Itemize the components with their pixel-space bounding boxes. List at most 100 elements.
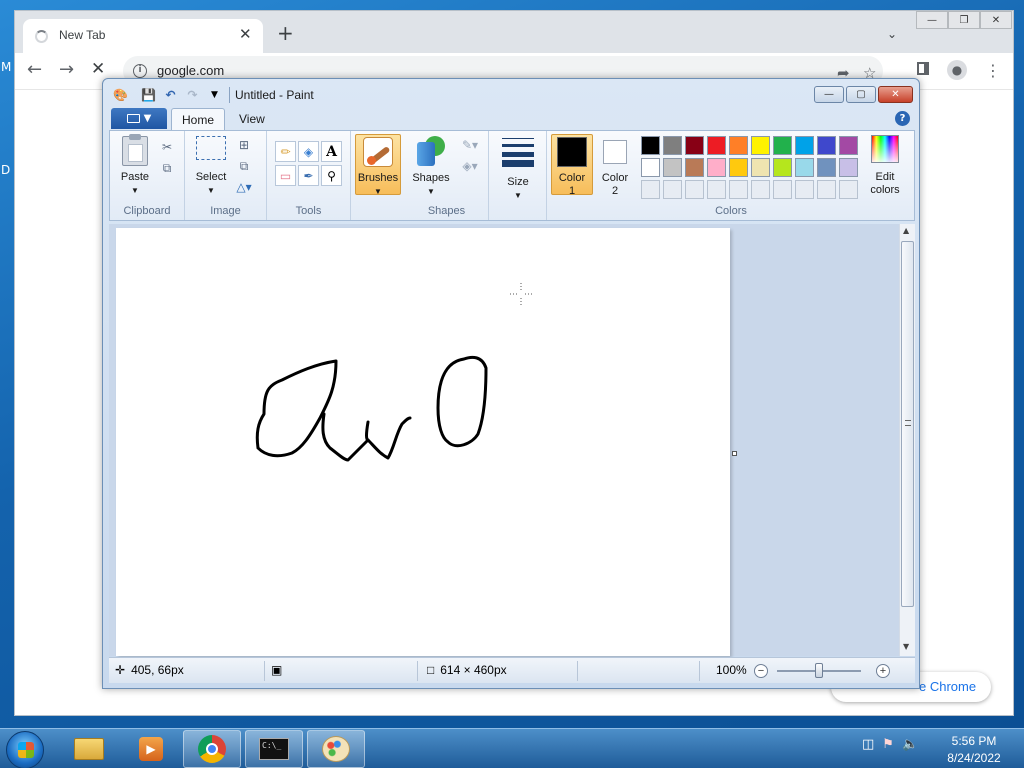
palette-custom-slot[interactable] [839,180,858,199]
palette-custom-slot[interactable] [773,180,792,199]
tab-search-chevron-icon[interactable]: ⌄ [887,27,897,41]
start-button[interactable] [6,731,44,768]
palette-custom-slot[interactable] [685,180,704,199]
palette-custom-slot[interactable] [729,180,748,199]
tab-close-icon[interactable]: ✕ [239,25,252,43]
brushes-button[interactable]: Brushes ▼ [355,134,401,196]
palette-swatch[interactable] [663,158,682,177]
zoom-slider-thumb[interactable] [815,663,823,678]
palette-swatch[interactable] [729,136,748,155]
kebab-menu-icon[interactable]: ⋮ [985,61,1001,80]
palette-swatch[interactable] [817,136,836,155]
text-tool-icon[interactable]: A [321,141,342,162]
edit-colors-label-2: colors [870,184,900,196]
eraser-icon[interactable]: ▭ [275,165,296,186]
color2-button[interactable]: Color 2 [595,135,635,198]
undo-icon[interactable]: ↶ [163,87,178,102]
crop-icon[interactable]: ⊞ [235,136,253,154]
shapes-button[interactable]: Shapes ▼ [409,136,453,198]
palette-swatch[interactable] [641,158,660,177]
status-divider [577,661,578,681]
palette-swatch[interactable] [685,136,704,155]
palette-custom-slot[interactable] [795,180,814,199]
scroll-down-arrow-icon[interactable]: ▼ [903,642,909,651]
volume-icon[interactable]: 🔈 [902,737,918,752]
edit-colors-button[interactable]: Edit colors [863,135,907,197]
side-panel-icon[interactable] [917,62,929,75]
chrome-restore-button[interactable]: ❐ [948,11,980,29]
palette-custom-slot[interactable] [751,180,770,199]
chrome-minimize-button[interactable]: — [916,11,948,29]
magnifier-icon[interactable]: ⚲ [321,165,342,186]
paint-close-button[interactable]: ✕ [878,86,913,103]
forward-icon[interactable]: → [59,59,74,80]
paint-app-icon[interactable]: 🎨 [113,87,128,102]
resize-icon[interactable]: ⧉ [235,157,253,175]
size-button[interactable]: Size ▼ [497,136,539,202]
fill-bucket-icon[interactable]: ◈ [298,141,319,162]
palette-swatch[interactable] [707,158,726,177]
palette-swatch[interactable] [729,158,748,177]
palette-swatch[interactable] [751,136,770,155]
cut-icon[interactable]: ✂ [158,138,176,156]
paint-window: 🎨 💾 ↶ ↷ ▼ Untitled - Paint — ▢ ✕ ▼ Home … [102,78,920,689]
taskbar: ▶ C:\_ ◫ ⚑ 🔈 5:56 PM 8/24/2022 [0,728,1024,768]
color-picker-icon[interactable]: ✒ [298,165,319,186]
rotate-icon[interactable]: △▾ [235,178,253,196]
palette-swatch[interactable] [707,136,726,155]
taskbar-media-player[interactable]: ▶ [122,730,180,768]
pencil-icon[interactable]: ✏ [275,141,296,162]
paint-file-menu-button[interactable]: ▼ [111,108,167,129]
vertical-scrollbar[interactable]: ▲ ▼ [899,224,915,656]
color1-button[interactable]: Color 1 [551,134,593,197]
palette-swatch[interactable] [773,158,792,177]
palette-swatch[interactable] [663,136,682,155]
save-icon[interactable]: 💾 [141,87,156,102]
palette-custom-slot[interactable] [707,180,726,199]
palette-swatch[interactable] [751,158,770,177]
vertical-scroll-thumb[interactable] [901,241,914,607]
taskbar-explorer[interactable] [60,730,118,768]
redo-icon[interactable]: ↷ [185,87,200,102]
tab-view[interactable]: View [229,108,275,130]
action-center-icon[interactable]: ⚑ [882,737,894,752]
chrome-close-button[interactable]: ✕ [980,11,1012,29]
palette-swatch[interactable] [773,136,792,155]
paint-maximize-button[interactable]: ▢ [846,86,876,103]
palette-swatch[interactable] [795,136,814,155]
canvas-resize-handle-right[interactable] [732,451,737,456]
palette-swatch[interactable] [685,158,704,177]
stop-loading-icon[interactable]: ✕ [91,59,105,79]
site-info-icon[interactable]: i [133,64,147,78]
chrome-tab[interactable]: New Tab ✕ [23,19,263,53]
back-icon[interactable]: ← [27,59,42,80]
palette-swatch[interactable] [839,158,858,177]
copy-icon[interactable]: ⧉ [158,159,176,177]
palette-swatch[interactable] [641,136,660,155]
palette-swatch[interactable] [795,158,814,177]
paste-button[interactable]: Paste ▼ [116,134,154,197]
select-button[interactable]: Select ▼ [191,136,231,197]
outline-icon[interactable]: ✎▾ [457,136,483,154]
fill-icon[interactable]: ◈▾ [457,157,483,175]
taskbar-paint[interactable] [307,730,365,768]
palette-swatch[interactable] [817,158,836,177]
zoom-out-button[interactable]: − [754,664,768,678]
palette-custom-slot[interactable] [663,180,682,199]
help-icon[interactable]: ? [895,111,910,126]
scroll-up-arrow-icon[interactable]: ▲ [903,226,909,235]
palette-swatch[interactable] [839,136,858,155]
paint-minimize-button[interactable]: — [814,86,844,103]
network-icon[interactable]: ◫ [862,737,874,752]
palette-custom-slot[interactable] [641,180,660,199]
customize-qat-icon[interactable]: ▼ [207,87,222,102]
taskbar-chrome[interactable] [183,730,241,768]
new-tab-button[interactable]: + [277,23,294,43]
taskbar-clock[interactable]: 5:56 PM 8/24/2022 [932,733,1016,767]
tab-home[interactable]: Home [171,108,226,130]
drawing-canvas[interactable] [116,228,730,656]
palette-custom-slot[interactable] [817,180,836,199]
taskbar-cmd[interactable]: C:\_ [245,730,303,768]
zoom-in-button[interactable]: + [876,664,890,678]
profile-avatar-icon[interactable]: ● [947,60,967,80]
